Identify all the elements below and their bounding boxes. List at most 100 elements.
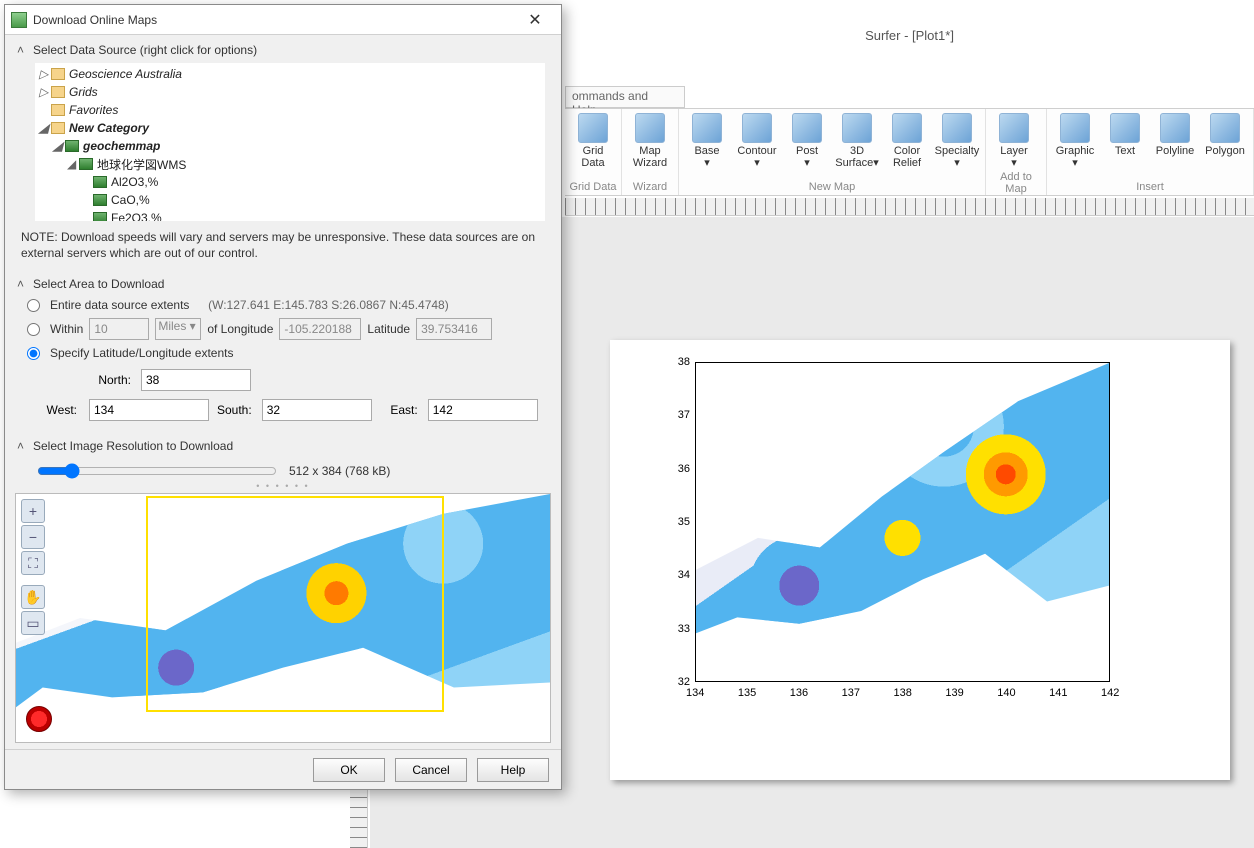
- within-units-select[interactable]: Miles ▾: [155, 318, 201, 340]
- cancel-button[interactable]: Cancel: [395, 758, 467, 782]
- ribbon-label: ColorRelief: [893, 145, 921, 169]
- select-icon[interactable]: ▭: [21, 611, 45, 635]
- tree-item[interactable]: Fe2O3,%: [39, 209, 541, 221]
- tree-item[interactable]: Favorites: [39, 101, 541, 119]
- dialog-button-bar: OK Cancel Help: [5, 749, 561, 789]
- plot-axes[interactable]: [695, 362, 1110, 682]
- dialog-icon: [11, 12, 27, 28]
- ribbon-item[interactable]: Layer▾: [990, 111, 1038, 171]
- zoom-out-icon[interactable]: −: [21, 525, 45, 549]
- tree-item[interactable]: CaO,%: [39, 191, 541, 209]
- quick-access-search[interactable]: ommands and Help...: [565, 86, 685, 108]
- section-area[interactable]: ˄ Select Area to Download: [5, 269, 561, 295]
- radio-within[interactable]: [27, 323, 40, 336]
- tree-item[interactable]: ◢geochemmap: [39, 137, 541, 155]
- tree-item[interactable]: ◢ 地球化学図WMS: [39, 155, 541, 173]
- resolution-slider[interactable]: [37, 463, 277, 479]
- ribbon-icon: [999, 113, 1029, 143]
- section-data-source[interactable]: ˄ Select Data Source (right click for op…: [5, 35, 561, 61]
- ribbon-item[interactable]: Graphic▾: [1051, 111, 1099, 171]
- ribbon-icon: [842, 113, 872, 143]
- layer-icon: [93, 194, 107, 206]
- tree-item[interactable]: ◢ New Category: [39, 119, 541, 137]
- section-resolution-label: Select Image Resolution to Download: [33, 439, 233, 453]
- ribbon-item[interactable]: MapWizard: [626, 111, 674, 171]
- help-button[interactable]: Help: [477, 758, 549, 782]
- splitter-gripper[interactable]: • • • • • •: [5, 483, 561, 489]
- x-tick-label: 137: [842, 687, 860, 699]
- y-tick-label: 34: [670, 569, 690, 581]
- x-tick-label: 140: [997, 687, 1015, 699]
- west-input[interactable]: [89, 399, 209, 421]
- tree-item-label: New Category: [69, 121, 149, 135]
- ribbon-item[interactable]: Contour▾: [733, 111, 781, 171]
- ribbon-item[interactable]: Polygon: [1201, 111, 1249, 171]
- within-lat-label: Latitude: [367, 322, 410, 336]
- close-icon[interactable]: ✕: [515, 10, 555, 30]
- ribbon-label: Contour▾: [737, 145, 776, 169]
- layer-icon: [65, 140, 79, 152]
- tree-item[interactable]: ▷Geoscience Australia: [39, 65, 541, 83]
- south-label: South:: [217, 403, 256, 417]
- tree-item[interactable]: ▷Grids: [39, 83, 541, 101]
- opt-within-label: Within: [50, 322, 83, 336]
- x-tick-label: 141: [1049, 687, 1067, 699]
- tree-item-label: Favorites: [69, 103, 118, 117]
- dialog-title: Download Online Maps: [33, 13, 515, 27]
- preview-selection-box[interactable]: [146, 496, 444, 712]
- x-tick-label: 138: [894, 687, 912, 699]
- ribbon-icon: [692, 113, 722, 143]
- x-tick-label: 136: [790, 687, 808, 699]
- expand-icon[interactable]: ◢: [53, 139, 65, 153]
- expand-icon[interactable]: ▷: [39, 67, 51, 81]
- ribbon-item[interactable]: Base▾: [683, 111, 731, 171]
- tree-item-label: 地球化学図WMS: [97, 156, 186, 173]
- north-input[interactable]: [141, 369, 251, 391]
- ribbon-item[interactable]: ColorRelief: [883, 111, 931, 171]
- resolution-text: 512 x 384 (768 kB): [289, 464, 390, 478]
- south-input[interactable]: [262, 399, 372, 421]
- section-resolution[interactable]: ˄ Select Image Resolution to Download: [5, 431, 561, 457]
- within-lon-input[interactable]: [279, 318, 361, 340]
- radio-entire[interactable]: [27, 299, 40, 312]
- x-tick-label: 135: [738, 687, 756, 699]
- ribbon-item[interactable]: Text: [1101, 111, 1149, 171]
- expand-icon[interactable]: ◢: [67, 157, 79, 171]
- ribbon-icon: [742, 113, 772, 143]
- ribbon-item[interactable]: Polyline: [1151, 111, 1199, 171]
- expand-icon[interactable]: ▷: [39, 85, 51, 99]
- expand-icon[interactable]: ◢: [39, 121, 51, 135]
- data-source-tree[interactable]: ▷Geoscience Australia▷Grids Favorites ◢ New…: [35, 63, 545, 221]
- ribbon-item[interactable]: GridData: [569, 111, 617, 171]
- ribbon-item[interactable]: Post▾: [783, 111, 831, 171]
- pan-icon[interactable]: ✋: [21, 585, 45, 609]
- opt-within[interactable]: Within Miles ▾ of Longitude Latitude: [5, 315, 561, 343]
- hotspot-icon[interactable]: [26, 706, 52, 732]
- fit-extent-icon[interactable]: ⛶: [21, 551, 45, 575]
- within-lat-input[interactable]: [416, 318, 492, 340]
- ok-button[interactable]: OK: [313, 758, 385, 782]
- ribbon-label: Polyline: [1156, 145, 1195, 157]
- geochem-map-layer: [696, 363, 1109, 681]
- opt-entire-extents[interactable]: Entire data source extents (W:127.641 E:…: [5, 295, 561, 315]
- ribbon-label: Layer▾: [1000, 145, 1028, 169]
- ribbon-item[interactable]: 3DSurface▾: [833, 111, 881, 171]
- ribbon-icon: [635, 113, 665, 143]
- within-distance-input[interactable]: [89, 318, 149, 340]
- east-input[interactable]: [428, 399, 538, 421]
- ribbon-item[interactable]: Specialty▾: [933, 111, 981, 171]
- east-label: East:: [390, 403, 421, 417]
- note-text: NOTE: Download speeds will vary and serv…: [5, 225, 561, 269]
- radio-specify[interactable]: [27, 347, 40, 360]
- dialog-titlebar[interactable]: Download Online Maps ✕: [5, 5, 561, 35]
- y-tick-label: 35: [670, 516, 690, 528]
- zoom-in-icon[interactable]: +: [21, 499, 45, 523]
- chevron-up-icon: ˄: [17, 277, 29, 291]
- ribbon-group-caption: Add to Map: [990, 171, 1042, 196]
- preview-map[interactable]: + − ⛶ ✋ ▭: [15, 493, 551, 743]
- tree-item[interactable]: Al2O3,%: [39, 173, 541, 191]
- opt-specify-extents[interactable]: Specify Latitude/Longitude extents: [5, 343, 561, 363]
- west-label: West:: [31, 403, 81, 417]
- layer-icon: [93, 212, 107, 221]
- ribbon-label: GridData: [581, 145, 604, 169]
